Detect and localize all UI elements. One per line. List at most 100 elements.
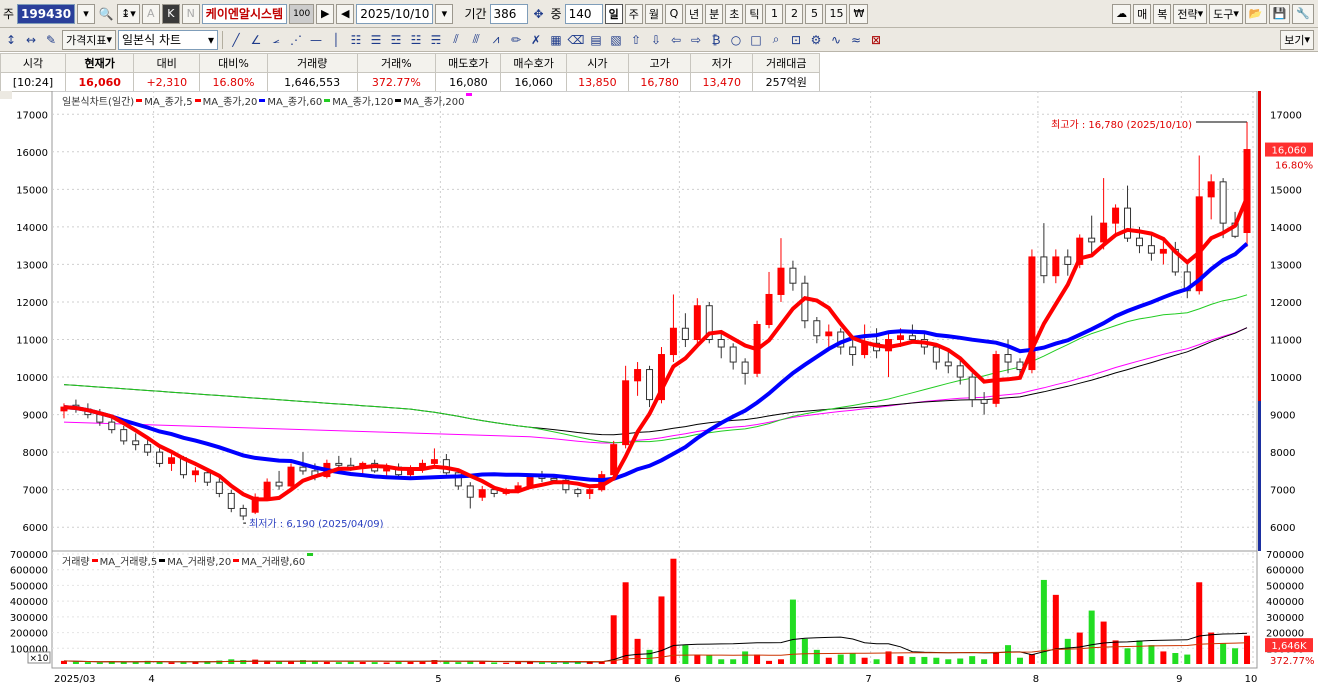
volume-bar <box>921 656 928 664</box>
save-icon[interactable]: 💾 <box>1268 3 1291 24</box>
grid4-tool-icon[interactable]: ☳ <box>407 31 425 49</box>
interval-1[interactable]: 1 <box>765 3 784 24</box>
note-icon[interactable]: ▤ <box>587 31 605 49</box>
a-button[interactable]: A <box>141 3 160 24</box>
count-input[interactable]: 140 <box>564 3 603 24</box>
cloud-icon[interactable]: ☁ <box>1112 3 1132 24</box>
volume-tick-right: 300000 <box>1266 613 1304 624</box>
interval-tick[interactable]: 틱 <box>745 3 764 24</box>
volume-tick-right: 500000 <box>1266 581 1304 592</box>
candle-body <box>1124 207 1132 239</box>
interval-month[interactable]: 월 <box>644 3 663 24</box>
candle-body <box>120 429 128 442</box>
legend-swatch <box>233 559 240 562</box>
k-button[interactable]: K <box>161 3 180 24</box>
palette-icon[interactable]: ▦ <box>547 31 565 49</box>
chart-type-select[interactable]: 일본식 차트 ▾ <box>118 29 219 50</box>
folder-icon[interactable]: 📂 <box>1244 3 1267 24</box>
n-button[interactable]: N <box>181 3 200 24</box>
price-chart[interactable]: 6000 6000 7000 7000 8000 8000 9000 9000 10000 100… <box>0 91 1318 684</box>
zoom2-icon[interactable]: ⊡ <box>787 31 805 49</box>
sort-icon[interactable]: ↨▾ <box>117 3 140 24</box>
x-tick-label: 6 <box>674 674 680 684</box>
next-icon[interactable]: ▶ <box>316 3 335 24</box>
price-indicator-dropdown[interactable]: 가격지표 ▾ <box>62 29 117 50</box>
clear-icon[interactable]: ▧ <box>607 31 625 49</box>
interval-minute[interactable]: 분 <box>705 3 724 24</box>
doc-icon[interactable]: ₿ <box>707 31 725 49</box>
candle-body <box>287 466 295 487</box>
hline-tool-icon[interactable]: — <box>307 31 325 49</box>
volume-bar <box>945 659 952 664</box>
period-input[interactable]: 386 <box>489 3 528 24</box>
prev-icon[interactable]: ◀ <box>336 3 355 24</box>
price-tick-right: 8000 <box>1270 448 1295 459</box>
edit-icon[interactable]: ✎ <box>42 31 60 49</box>
grid5-tool-icon[interactable]: ☴ <box>427 31 445 49</box>
won-icon[interactable]: ₩ <box>849 3 869 24</box>
interval-second[interactable]: 초 <box>725 3 744 24</box>
cross-tool-icon[interactable]: ✗ <box>527 31 545 49</box>
left-right-icon[interactable]: ↔ <box>22 31 40 49</box>
interval-quarter[interactable]: Q <box>664 3 683 24</box>
price-tick-left: 15000 <box>16 185 48 196</box>
interval-5[interactable]: 5 <box>805 3 824 24</box>
buy-button[interactable]: 매 <box>1133 3 1152 24</box>
volume-bar <box>180 662 187 664</box>
interval-15[interactable]: 15 <box>825 3 848 24</box>
wave2-icon[interactable]: ≈ <box>847 31 865 49</box>
interval-week[interactable]: 주 <box>624 3 643 24</box>
slash3-tool-icon[interactable]: ⩘ <box>487 31 505 49</box>
arrow-down-icon[interactable]: ⇩ <box>647 31 665 49</box>
interval-day[interactable]: 일 <box>604 3 623 24</box>
slash2-tool-icon[interactable]: ⫻ <box>467 31 485 49</box>
tools-button[interactable]: 도구 ▾ <box>1209 3 1243 24</box>
wave-icon[interactable]: ∿ <box>827 31 845 49</box>
grid2-tool-icon[interactable]: ☰ <box>367 31 385 49</box>
interval-year[interactable]: 년 <box>684 3 704 24</box>
move-icon[interactable]: ✥ <box>530 5 548 23</box>
price-tick-right: 7000 <box>1270 486 1295 497</box>
rect-tool-icon[interactable]: □ <box>747 31 765 49</box>
settings-icon[interactable]: 🔧 <box>1292 3 1314 24</box>
compound-button[interactable]: 복 <box>1153 3 1172 24</box>
grid1-tool-icon[interactable]: ☷ <box>347 31 365 49</box>
date-dropdown-icon[interactable]: ▾ <box>435 3 454 24</box>
tools-label: 도구 <box>1213 7 1234 21</box>
candle-body <box>526 476 534 487</box>
angle-tool-icon[interactable]: ∠ <box>247 31 265 49</box>
price-tick-left: 9000 <box>23 411 48 422</box>
slash1-tool-icon[interactable]: ⫽ <box>447 31 465 49</box>
arrow-right-icon[interactable]: ⇨ <box>687 31 705 49</box>
mode-label[interactable]: 주 <box>2 5 15 22</box>
grid3-tool-icon[interactable]: ☲ <box>387 31 405 49</box>
candle-body <box>1088 237 1096 243</box>
close-box-icon[interactable]: ⊠ <box>867 31 885 49</box>
arrow-up-icon[interactable]: ⇧ <box>627 31 645 49</box>
stock-code-input[interactable]: 199430 <box>17 3 76 24</box>
up-down-icon[interactable]: ↕ <box>2 31 20 49</box>
circle-tool-icon[interactable]: ○ <box>727 31 745 49</box>
arrow-left-icon[interactable]: ⇦ <box>667 31 685 49</box>
volume-bar <box>969 656 976 664</box>
price-legend: 일본식차트(일간) MA_종가,5 MA_종가,20 MA_종가,60 MA_종… <box>62 93 473 108</box>
vline-tool-icon[interactable]: │ <box>327 31 345 49</box>
search-icon[interactable]: 🔍 <box>97 5 115 23</box>
view-button[interactable]: 보기 ▾ <box>1280 29 1314 50</box>
line-tool-icon[interactable]: ╱ <box>227 31 245 49</box>
settings2-icon[interactable]: ⚙ <box>807 31 825 49</box>
strategy-button[interactable]: 전략 ▾ <box>1173 3 1208 24</box>
quote-value-row: [10:24] 16,060 +2,310 16.80% 1,646,553 3… <box>0 72 820 92</box>
angle2-tool-icon[interactable]: ⦟ <box>267 31 285 49</box>
eraser-icon[interactable]: ⌫ <box>567 31 585 49</box>
fan-tool-icon[interactable]: ⋰ <box>287 31 305 49</box>
zoom-icon[interactable]: ⌕ <box>767 31 785 49</box>
candle-body <box>729 346 737 363</box>
volume-bar <box>383 662 390 664</box>
date-input[interactable]: 2025/10/10 <box>356 3 434 24</box>
volume-tick-left: 600000 <box>10 566 48 577</box>
code-dropdown-icon[interactable]: ▾ <box>77 3 96 24</box>
interval-2[interactable]: 2 <box>785 3 804 24</box>
volume-bar <box>515 662 522 664</box>
pencil-icon[interactable]: ✏ <box>507 31 525 49</box>
